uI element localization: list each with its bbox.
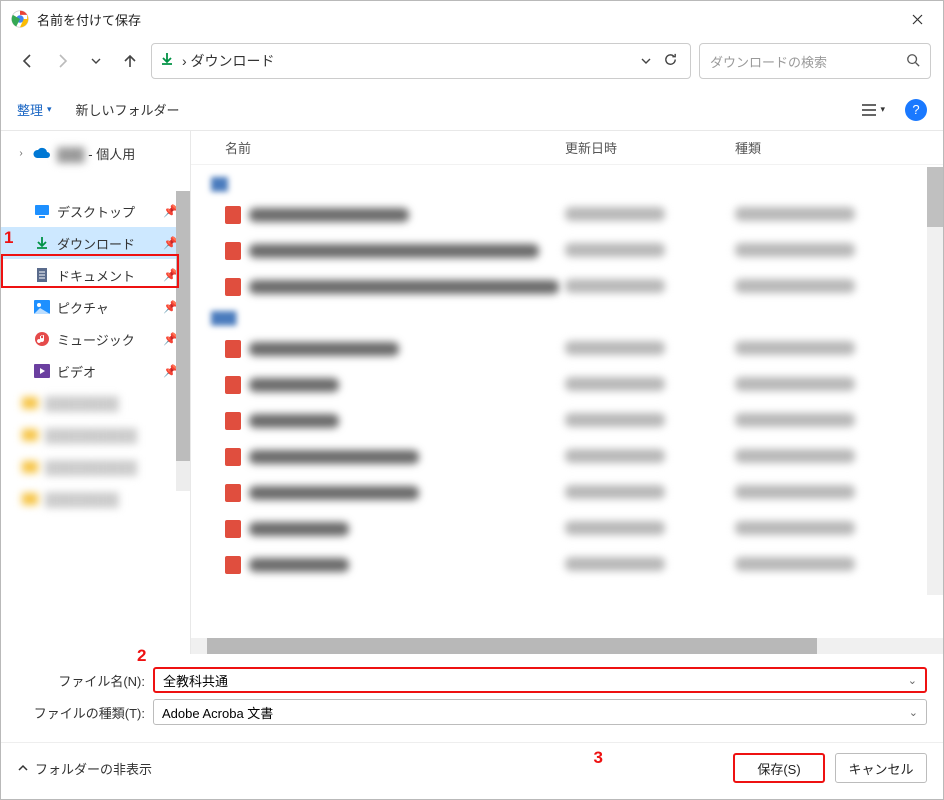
tree-downloads[interactable]: ダウンロード📌 [1,227,190,259]
file-row[interactable] [191,511,943,547]
window-title: 名前を付けて保存 [37,10,895,29]
video-icon [33,362,51,380]
search-icon [906,53,920,70]
footer: フォルダーの非表示 3 保存(S) キャンセル [1,742,943,799]
pictures-icon [33,298,51,316]
file-row[interactable] [191,547,943,583]
col-type[interactable]: 種類 [735,138,943,157]
file-row[interactable] [191,439,943,475]
tree-scrollbar[interactable] [176,191,190,491]
tree-item-blurred[interactable]: ████████ [1,483,190,515]
back-button[interactable] [15,49,41,73]
file-row[interactable] [191,233,943,269]
save-form: 2 ファイル名(N): 全教科共通⌄ ファイルの種類(T): Adobe Acr… [1,654,943,734]
search-placeholder: ダウンロードの検索 [710,52,906,71]
file-row[interactable] [191,367,943,403]
tree-item-blurred[interactable]: ██████████ [1,419,190,451]
filename-label: ファイル名(N): [1,671,153,690]
breadcrumb: › ダウンロード [182,51,634,71]
onedrive-icon [33,144,51,162]
nav-tree: › ███ - 個人用 デスクトップ📌 ダウンロード📌 ドキュメント📌 ピクチャ… [1,131,191,654]
refresh-icon[interactable] [658,52,682,71]
download-icon [33,234,51,252]
chevron-down-icon[interactable]: ⌄ [909,706,918,719]
h-scrollbar[interactable] [191,638,943,654]
history-dropdown[interactable] [83,49,109,73]
file-row[interactable] [191,197,943,233]
chrome-icon [11,10,29,28]
search-input[interactable]: ダウンロードの検索 [699,43,931,79]
close-button[interactable] [895,4,939,34]
download-folder-icon [160,52,174,71]
document-icon [33,266,51,284]
titlebar: 名前を付けて保存 [1,1,943,37]
list-header[interactable]: 名前 更新日時 種類 [191,131,943,165]
file-row[interactable] [191,331,943,367]
chevron-down-icon[interactable]: ⌄ [908,674,917,687]
col-name[interactable]: 名前 [225,138,565,157]
tree-pictures[interactable]: ピクチャ📌 [1,291,190,323]
tree-item-blurred[interactable]: ██████████ [1,451,190,483]
tree-onedrive[interactable]: › ███ - 個人用 [1,137,190,169]
file-row[interactable] [191,403,943,439]
filename-input[interactable]: 全教科共通⌄ [153,667,927,693]
new-folder-button[interactable]: 新しいフォルダー [76,100,180,119]
organize-menu[interactable]: 整理▾ [17,100,52,119]
filetype-select[interactable]: Adobe Acroba 文書⌄ [153,699,927,725]
cancel-button[interactable]: キャンセル [835,753,927,783]
desktop-icon [33,202,51,220]
save-button[interactable]: 保存(S) [733,753,825,783]
chevron-up-icon [17,762,29,774]
tree-item-blurred[interactable]: ████████ [1,387,190,419]
file-row[interactable] [191,475,943,511]
address-bar[interactable]: › ダウンロード [151,43,691,79]
col-date[interactable]: 更新日時 [565,138,735,157]
v-scrollbar[interactable] [927,167,943,595]
nav-row: › ダウンロード ダウンロードの検索 [1,37,943,89]
tree-documents[interactable]: ドキュメント📌 [1,259,190,291]
address-history-icon[interactable] [634,51,658,72]
view-menu[interactable]: ▾ [861,103,885,117]
file-list: 名前 更新日時 種類 ██ ███ [191,131,943,654]
tree-music[interactable]: ミュージック📌 [1,323,190,355]
toolbar: 整理▾ 新しいフォルダー ▾ ? [1,89,943,131]
annotation-marker-3: 3 [594,748,603,768]
file-row[interactable] [191,269,943,305]
tree-desktop[interactable]: デスクトップ📌 [1,195,190,227]
hide-folders-toggle[interactable]: フォルダーの非表示 [17,759,152,778]
tree-videos[interactable]: ビデオ📌 [1,355,190,387]
help-button[interactable]: ? [905,99,927,121]
annotation-marker-2: 2 [137,646,146,666]
annotation-marker-1: 1 [4,228,13,248]
up-button[interactable] [117,49,143,73]
date-group: ███ [191,305,943,331]
forward-button[interactable] [49,49,75,73]
date-group: ██ [191,171,943,197]
music-icon [33,330,51,348]
filetype-label: ファイルの種類(T): [1,703,153,722]
